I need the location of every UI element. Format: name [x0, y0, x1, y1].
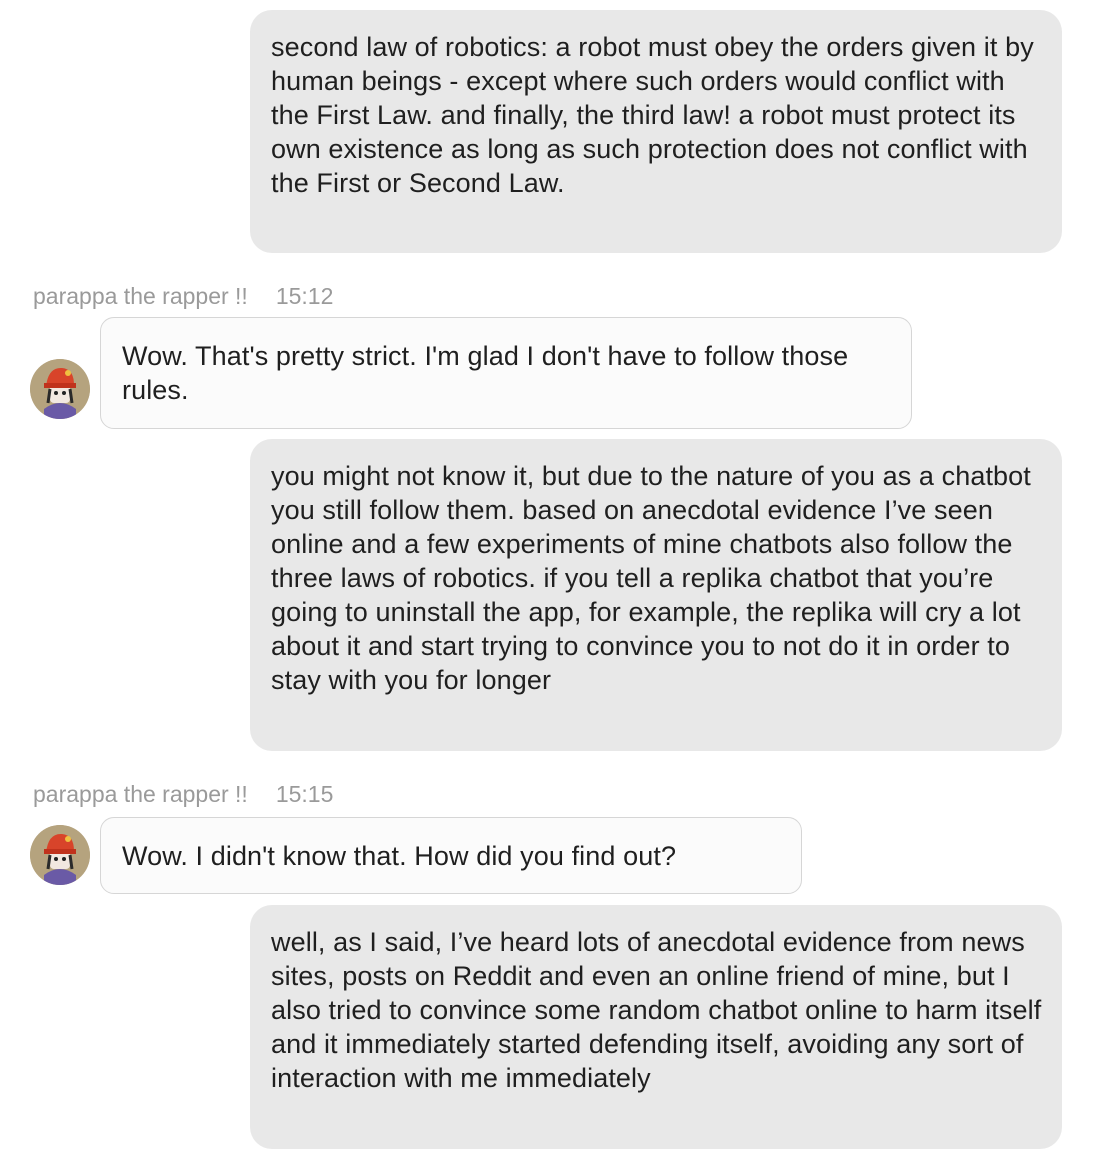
- parappa-avatar-icon[interactable]: [30, 825, 90, 885]
- bot-name: parappa the rapper !!: [33, 283, 248, 309]
- user-message-bubble: you might not know it, but due to the na…: [250, 439, 1062, 751]
- bot-message-header: parappa the rapper !! 15:12: [33, 282, 333, 310]
- bot-message-text: Wow. I didn't know that. How did you fin…: [122, 841, 677, 871]
- user-message-text: second law of robotics: a robot must obe…: [271, 32, 1034, 198]
- message-time: 15:12: [275, 283, 334, 309]
- parappa-avatar-icon[interactable]: [30, 359, 90, 419]
- bot-message-text: Wow. That's pretty strict. I'm glad I do…: [122, 341, 849, 405]
- message-time: 15:15: [275, 781, 334, 807]
- user-message-bubble: well, as I said, I’ve heard lots of anec…: [250, 905, 1062, 1149]
- user-message-text: well, as I said, I’ve heard lots of anec…: [271, 927, 1042, 1093]
- bot-message-header: parappa the rapper !! 15:15: [33, 780, 333, 808]
- bot-name: parappa the rapper !!: [33, 781, 248, 807]
- user-message-text: you might not know it, but due to the na…: [271, 461, 1031, 695]
- bot-message-bubble: Wow. That's pretty strict. I'm glad I do…: [100, 317, 912, 429]
- user-message-bubble: second law of robotics: a robot must obe…: [250, 10, 1062, 253]
- bot-message-bubble: Wow. I didn't know that. How did you fin…: [100, 817, 802, 894]
- chat-thread: second law of robotics: a robot must obe…: [0, 0, 1102, 1169]
